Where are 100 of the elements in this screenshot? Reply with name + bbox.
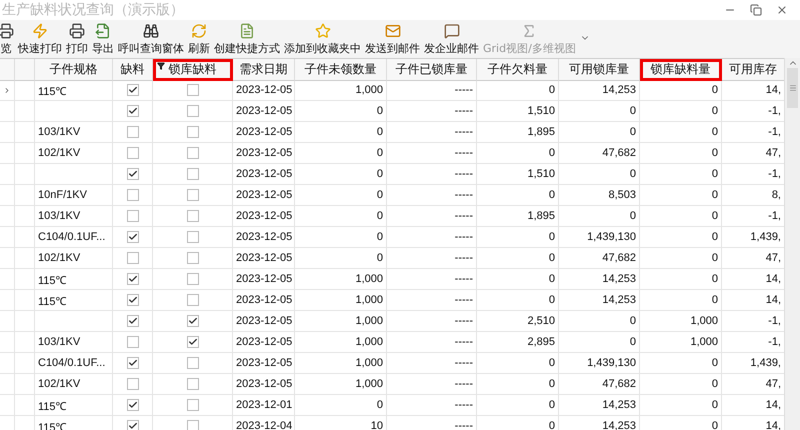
row-indicator[interactable] (0, 353, 15, 374)
row-indicator[interactable] (0, 374, 15, 395)
checkbox[interactable] (186, 294, 198, 306)
checkbox[interactable] (126, 105, 138, 117)
column-header[interactable]: 锁库缺料 (153, 59, 233, 81)
checkbox[interactable] (126, 315, 138, 327)
row-indicator[interactable] (0, 248, 15, 269)
number-cell: 0 (477, 374, 559, 395)
row-indicator[interactable] (0, 395, 15, 416)
spec-text: 115℃ (38, 294, 67, 308)
number-cell: 1,510 (477, 101, 559, 122)
row-indicator[interactable] (0, 311, 15, 332)
toolbar-button[interactable]: 打印 (64, 23, 90, 56)
checkbox[interactable] (126, 420, 138, 430)
spec-text: 103/1KV (38, 210, 80, 222)
number-cell: 47,682 (559, 248, 640, 269)
column-header[interactable]: 需求日期 (233, 59, 295, 81)
date-cell: 2023-12-05 (233, 185, 295, 206)
toolbar-button[interactable]: 览 (0, 23, 16, 56)
number-cell: 1,000 (640, 311, 722, 332)
checkbox[interactable] (126, 357, 138, 369)
checkbox[interactable] (186, 336, 198, 348)
toolbar-button[interactable]: 导出 (90, 23, 116, 56)
row-indicator[interactable] (0, 206, 15, 227)
checkbox[interactable] (186, 273, 198, 285)
date-cell: 2023-12-05 (233, 374, 295, 395)
column-header[interactable]: 可用库存 (722, 59, 784, 81)
row-indicator[interactable] (0, 122, 15, 143)
checkbox[interactable] (126, 126, 138, 138)
checkbox[interactable] (186, 231, 198, 243)
checkbox[interactable] (186, 315, 198, 327)
number-cell: ----- (387, 101, 477, 122)
checkbox[interactable] (186, 210, 198, 222)
checkbox[interactable] (126, 210, 138, 222)
row-indicator[interactable] (0, 80, 15, 101)
scrollbar[interactable] (784, 58, 800, 430)
row-indicator[interactable] (0, 185, 15, 206)
number-cell: 1,000 (295, 269, 387, 290)
toolbar-button[interactable]: 发企业邮件 (422, 23, 481, 56)
row-indicator[interactable] (0, 164, 15, 185)
checkbox[interactable] (126, 189, 138, 201)
restore-icon[interactable] (750, 4, 762, 16)
star-icon (314, 23, 330, 39)
number-cell: 8,503 (559, 185, 640, 206)
column-header[interactable]: 锁库缺料量 (640, 59, 722, 81)
number-cell: 0 (640, 395, 722, 416)
number-cell: 0 (559, 332, 640, 353)
row-indicator[interactable] (0, 269, 15, 290)
row-indicator[interactable] (0, 290, 15, 311)
checkbox[interactable] (186, 147, 198, 159)
column-header[interactable]: 子件规格 (35, 59, 113, 81)
checkbox[interactable] (186, 357, 198, 369)
checkbox[interactable] (126, 273, 138, 285)
checkbox[interactable] (186, 168, 198, 180)
toolbar-button[interactable]: 快速打印 (16, 23, 64, 56)
checkbox[interactable] (126, 336, 138, 348)
checkbox[interactable] (126, 84, 138, 96)
checkbox[interactable] (126, 378, 138, 390)
toolbar-button[interactable]: 发送到邮件 (363, 23, 422, 56)
checkbox[interactable] (126, 399, 138, 411)
checkbox[interactable] (126, 147, 138, 159)
checkbox[interactable] (126, 294, 138, 306)
checkbox[interactable] (186, 252, 198, 264)
row-indicator[interactable] (0, 143, 15, 164)
close-icon[interactable] (776, 4, 788, 16)
number-cell: 0 (640, 416, 722, 430)
checkbox[interactable] (126, 168, 138, 180)
printer-icon (69, 23, 85, 39)
checkbox[interactable] (126, 252, 138, 264)
toolbar-button[interactable]: 添加到收藏夹中 (282, 23, 363, 56)
filter-icon[interactable] (157, 62, 165, 70)
checkbox[interactable] (186, 126, 198, 138)
checkbox[interactable] (186, 189, 198, 201)
column-header[interactable]: 子件未领数量 (295, 59, 387, 81)
row-indicator[interactable] (0, 227, 15, 248)
checkbox[interactable] (186, 378, 198, 390)
column-header[interactable]: 缺料 (113, 59, 153, 81)
number-cell: ----- (387, 332, 477, 353)
spec-text: 115℃ (38, 274, 67, 286)
number-cell: 0 (640, 248, 722, 269)
row-indicator[interactable] (0, 332, 15, 353)
toolbar-button[interactable]: 刷新 (186, 23, 212, 56)
checkbox[interactable] (186, 84, 198, 96)
toolbar-button[interactable]: 呼叫查询窗体 (116, 23, 186, 56)
column-header[interactable]: 子件已锁库量 (387, 59, 477, 81)
number-cell: 0 (640, 185, 722, 206)
number-cell: 0 (477, 80, 559, 101)
checkbox[interactable] (186, 105, 198, 117)
scroll-thumb[interactable] (787, 68, 798, 108)
date-cell: 2023-12-05 (233, 332, 295, 353)
checkbox[interactable] (186, 420, 198, 430)
column-header[interactable]: 子件欠料量 (477, 59, 559, 81)
number-cell: 0 (559, 206, 640, 227)
number-cell: 1,895 (477, 206, 559, 227)
column-header[interactable]: 可用锁库量 (559, 59, 640, 81)
checkbox[interactable] (126, 231, 138, 243)
row-indicator[interactable] (0, 101, 15, 122)
checkbox[interactable] (186, 399, 198, 411)
toolbar-button[interactable]: 创建快捷方式 (212, 23, 282, 56)
number-cell: 2,895 (477, 332, 559, 353)
